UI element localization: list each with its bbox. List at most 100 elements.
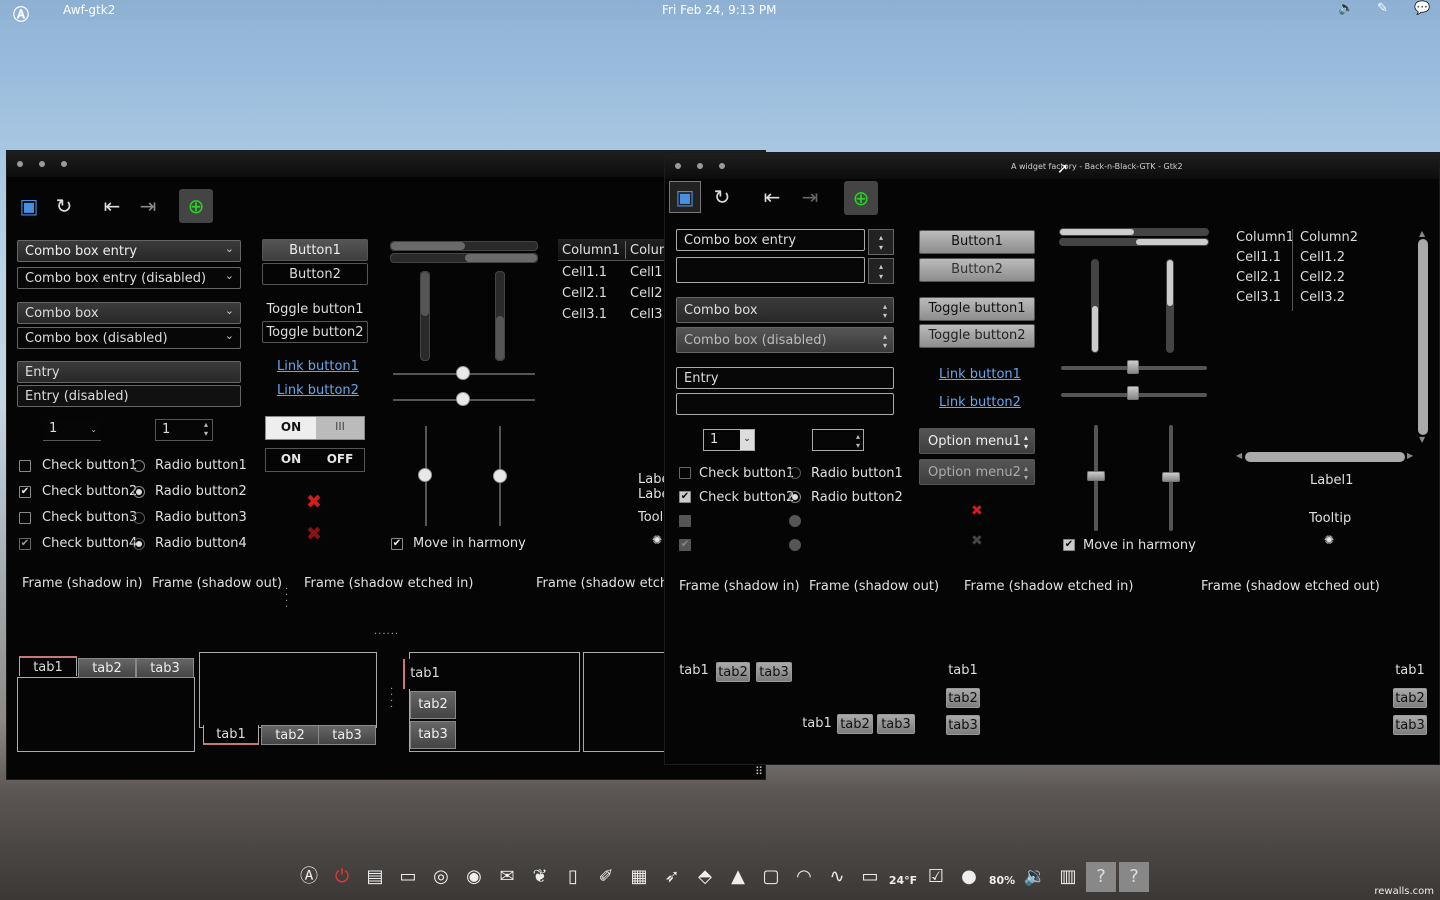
- switch-on[interactable]: ON III: [265, 416, 365, 440]
- h-scale-2-knob[interactable]: [1127, 386, 1139, 400]
- button-2[interactable]: Button2: [262, 263, 368, 285]
- tree-cell[interactable]: Cell3.2: [1300, 290, 1345, 305]
- check-button-2[interactable]: ✔: [679, 491, 691, 503]
- bird-icon[interactable]: ➶: [657, 862, 687, 892]
- switch-off[interactable]: ON OFF: [265, 448, 365, 472]
- check-button-4[interactable]: ✔: [679, 539, 691, 551]
- tasks-icon[interactable]: ☑: [921, 862, 951, 892]
- spin-arrow-icon[interactable]: ⌄: [740, 430, 754, 450]
- tree-cell[interactable]: Cell1.1: [1236, 250, 1281, 265]
- monitor-wave-icon[interactable]: ∿: [822, 862, 852, 892]
- ball-icon[interactable]: ●: [954, 862, 984, 892]
- radio-button-1[interactable]: [133, 460, 145, 472]
- mail-icon[interactable]: ✉: [492, 862, 522, 892]
- headphones-icon[interactable]: ◠: [789, 862, 819, 892]
- entry-field[interactable]: Entry: [676, 367, 894, 389]
- tray-icon[interactable]: ▥: [1053, 862, 1083, 892]
- display-icon[interactable]: ▭: [855, 862, 885, 892]
- add-icon[interactable]: ⊕: [844, 181, 878, 215]
- combo-arrow-icon[interactable]: ▴ ▾: [868, 229, 894, 255]
- tree-cell[interactable]: Cell2.: [630, 286, 667, 301]
- spin-arrow-icon[interactable]: ⌄: [90, 425, 97, 434]
- network-icon[interactable]: ⬘: [690, 862, 720, 892]
- spin-arrows-icon[interactable]: ▴ ▾: [856, 432, 860, 450]
- minimize-dot[interactable]: [697, 163, 703, 169]
- tree-cell[interactable]: Cell3.1: [1236, 290, 1281, 305]
- tab-3[interactable]: tab3: [136, 658, 194, 678]
- v-scale-1-knob[interactable]: [1087, 471, 1105, 481]
- tree-header[interactable]: Column1 Colum: [558, 239, 672, 261]
- toggle-button-1[interactable]: Toggle button1: [262, 298, 368, 320]
- minimize-dot[interactable]: [39, 161, 45, 167]
- tree-cell[interactable]: Cell1.1: [562, 265, 607, 280]
- pane-handle-icon[interactable]: · · · ·: [390, 685, 393, 713]
- active-app-name[interactable]: Awf-gtk2: [63, 3, 115, 17]
- pane-handle-icon[interactable]: ······: [374, 629, 399, 640]
- chrome-icon[interactable]: ◎: [426, 862, 456, 892]
- tab-2[interactable]: tab2: [837, 714, 873, 734]
- spin-arrows-icon[interactable]: ▴ ▾: [204, 420, 208, 438]
- link-button-1[interactable]: Link button1: [277, 359, 359, 374]
- tree-cell[interactable]: Cell2.2: [1300, 270, 1345, 285]
- radio-button-3[interactable]: [133, 512, 145, 524]
- tab-1[interactable]: tab1: [677, 661, 711, 681]
- toggle-button-1[interactable]: Toggle button1: [919, 297, 1035, 321]
- open-icon[interactable]: ▣: [669, 181, 701, 213]
- tree-cell[interactable]: Cell1.2: [1300, 250, 1345, 265]
- check-button-3[interactable]: [679, 515, 691, 527]
- check-button-2[interactable]: ✔: [19, 486, 31, 498]
- tab-2[interactable]: tab2: [261, 725, 319, 745]
- back-icon[interactable]: ⇤: [97, 191, 127, 221]
- tab-1[interactable]: tab1: [946, 661, 980, 681]
- weather-icon[interactable]: 24°F: [888, 862, 918, 892]
- tab-1[interactable]: tab1: [403, 659, 445, 689]
- tab-3[interactable]: tab3: [756, 662, 792, 682]
- link-button-2[interactable]: Link button2: [277, 383, 359, 398]
- tab-3[interactable]: tab3: [318, 725, 376, 745]
- tab-2[interactable]: tab2: [716, 662, 750, 682]
- refresh-icon[interactable]: ↻: [49, 191, 79, 221]
- forward-icon[interactable]: ⇥: [133, 191, 163, 221]
- check-button-1[interactable]: [679, 467, 691, 479]
- tooltip-label[interactable]: Tooltip: [1309, 511, 1351, 526]
- link-button-2[interactable]: Link button2: [939, 395, 1021, 410]
- radio-button-3[interactable]: [789, 515, 801, 527]
- volume-icon[interactable]: 🔈: [1338, 1, 1354, 16]
- spin-button-1[interactable]: 1 ⌄: [43, 419, 101, 441]
- tab-3[interactable]: tab3: [1393, 715, 1427, 735]
- vertical-scrollbar[interactable]: [1418, 239, 1428, 435]
- check-button-3[interactable]: [19, 512, 31, 524]
- tree-cell[interactable]: Cell1.: [630, 265, 667, 280]
- resize-grip-icon[interactable]: ⠿: [755, 765, 763, 778]
- butterfly-icon[interactable]: ❦: [525, 862, 555, 892]
- button-1[interactable]: Button1: [919, 230, 1035, 254]
- book-icon[interactable]: ▢: [756, 862, 786, 892]
- calculator-icon[interactable]: ▦: [624, 862, 654, 892]
- spin-button-2[interactable]: 1 ▴ ▾: [155, 419, 213, 441]
- forward-icon[interactable]: ⇥: [795, 182, 825, 212]
- spin-button-2[interactable]: ▴ ▾: [812, 429, 864, 451]
- radio-button-2[interactable]: [789, 491, 801, 503]
- option-menu-1[interactable]: Option menu1 ▴ ▾: [919, 428, 1035, 454]
- close-dot[interactable]: [675, 163, 681, 169]
- clock[interactable]: Fri Feb 24, 9:13 PM: [662, 3, 776, 17]
- tree-cell[interactable]: Cell2.1: [1236, 270, 1281, 285]
- close-dot[interactable]: [17, 161, 23, 167]
- tree-cell[interactable]: Cell3.1: [562, 307, 607, 322]
- h-scale-1-knob[interactable]: [1127, 360, 1139, 374]
- pane-handle-icon[interactable]: · · · ·: [285, 585, 288, 613]
- back-icon[interactable]: ⇤: [757, 182, 787, 212]
- document-icon[interactable]: ▯: [558, 862, 588, 892]
- v-scale-1-knob[interactable]: [418, 468, 432, 482]
- tab-3[interactable]: tab3: [946, 715, 980, 735]
- spin-button-1[interactable]: 1 ⌄: [703, 429, 755, 451]
- arch-logo-icon[interactable]: Ⓐ: [13, 1, 29, 25]
- tab-1[interactable]: tab1: [19, 656, 77, 676]
- tab-3[interactable]: tab3: [877, 714, 915, 734]
- tab-2[interactable]: tab2: [946, 688, 980, 708]
- help-icon[interactable]: ?: [1086, 862, 1116, 892]
- left-titlebar[interactable]: [7, 151, 765, 177]
- radio-button-2[interactable]: [133, 486, 145, 498]
- link-button-1[interactable]: Link button1: [939, 367, 1021, 382]
- add-icon[interactable]: ⊕: [179, 189, 213, 223]
